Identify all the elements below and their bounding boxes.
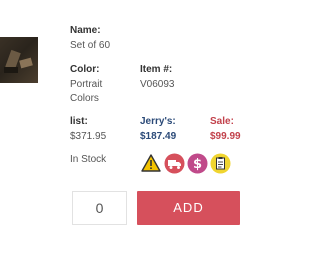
name-value: Set of 60	[70, 40, 111, 51]
list-price-label: list:	[70, 116, 88, 127]
quantity-input[interactable]: 0	[72, 191, 127, 225]
jerrys-price-label: Jerry's:	[140, 116, 176, 127]
item-number-value: V06093	[140, 79, 175, 90]
list-price-value: $371.95	[70, 131, 107, 142]
product-badges: $	[140, 152, 231, 174]
stock-status: In Stock	[70, 154, 107, 165]
add-to-cart-button[interactable]: ADD	[137, 191, 240, 225]
color-label: Color:	[70, 64, 100, 75]
color-value-line1: Portrait	[70, 79, 103, 90]
dollar-sign-icon[interactable]: $	[186, 152, 208, 174]
svg-text:$: $	[192, 157, 201, 172]
jerrys-price-value: $187.49	[140, 131, 177, 142]
sale-price-label: Sale:	[210, 116, 234, 127]
shipping-truck-icon[interactable]	[163, 152, 185, 174]
product-thumbnail[interactable]	[0, 37, 38, 83]
clipboard-icon[interactable]	[209, 152, 231, 174]
color-value-line2: Colors	[70, 93, 99, 104]
sale-price-value: $99.99	[210, 131, 241, 142]
name-label: Name:	[70, 25, 101, 36]
item-number-label: Item #:	[140, 64, 173, 75]
warning-triangle-icon[interactable]	[140, 152, 162, 174]
